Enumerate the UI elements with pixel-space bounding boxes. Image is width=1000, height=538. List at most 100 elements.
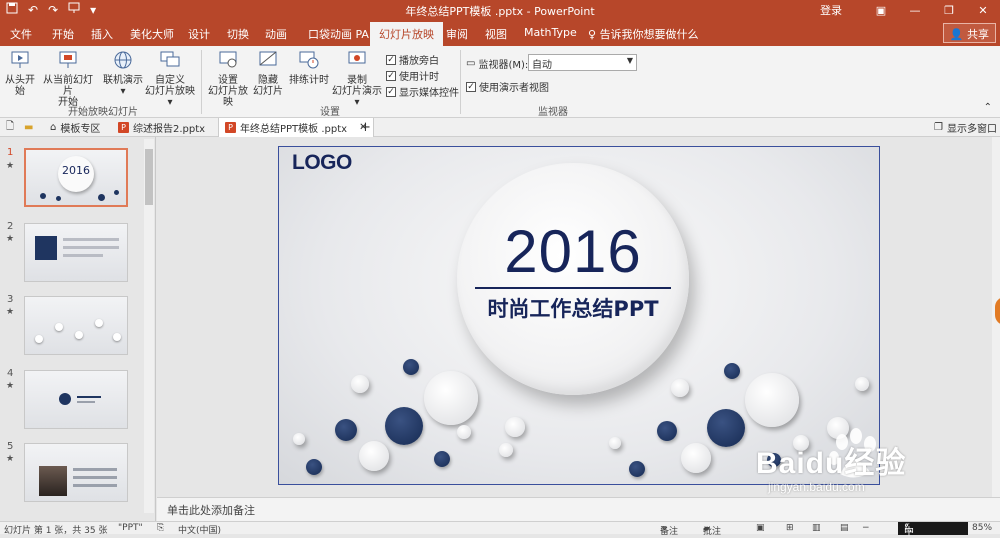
checkbox-checked-icon: ✓	[386, 86, 396, 97]
tab-review[interactable]: 审阅	[446, 26, 468, 42]
rehearse-timings-button[interactable]: 排练计时	[288, 50, 330, 86]
checkbox-play-narrations[interactable]: ✓ 播放旁白	[386, 52, 439, 67]
language-status[interactable]: 中文(中国)	[178, 523, 221, 536]
monitor-icon: ▭	[466, 58, 476, 69]
tab-insert[interactable]: 插入	[91, 26, 113, 42]
moon-icon: ☾	[904, 523, 913, 534]
slide-number: 4	[7, 368, 14, 379]
slide-thumbnail-2[interactable]	[24, 223, 128, 282]
checkbox-checked-icon: ✓	[466, 81, 476, 92]
save-icon[interactable]	[6, 2, 18, 17]
multi-window-button[interactable]: ❐ 显示多窗口	[934, 118, 997, 137]
undo-icon[interactable]: ↶	[28, 3, 38, 17]
decor-bubble	[306, 459, 322, 475]
decor-bubble	[827, 417, 849, 439]
redo-icon[interactable]: ↷	[48, 3, 58, 17]
group-label-monitors: 监视器	[538, 107, 568, 118]
customize-qat-icon[interactable]: ▾	[90, 3, 96, 17]
setup-show-icon	[219, 51, 237, 68]
checkbox-show-media-controls[interactable]: ✓ 显示媒体控件	[386, 84, 459, 99]
hide-slide-button[interactable]: 隐藏 幻灯片	[252, 50, 284, 97]
slide-subtitle[interactable]: 时尚工作总结PPT	[457, 293, 689, 323]
checkbox-use-timings[interactable]: ✓ 使用计时	[386, 68, 439, 83]
checkbox-presenter-view[interactable]: ✓ 使用演示者视图	[466, 79, 549, 94]
collapse-ribbon-icon[interactable]: ⌃	[984, 102, 992, 113]
restore-icon[interactable]: ❐	[932, 4, 966, 17]
thumb-dot	[113, 333, 121, 341]
powerpoint-icon: P	[225, 122, 236, 133]
zoom-level[interactable]: 85%	[972, 523, 992, 533]
slide-editor: LOGO 2016 时尚工作总结PPT	[157, 137, 1000, 497]
tab-beautify[interactable]: 美化大师	[130, 26, 174, 42]
doc-tab-report[interactable]: P 综述报告2.pptx	[118, 118, 205, 137]
doc-tab-templates[interactable]: ⌂ 模板专区	[50, 118, 100, 137]
tab-pocket-animation[interactable]: 口袋动画 PA	[308, 26, 369, 42]
tab-slide-show[interactable]: 幻灯片放映	[370, 22, 443, 46]
group-label-setup: 设置	[320, 107, 340, 118]
slide-sorter-icon[interactable]: ⊞	[786, 523, 794, 533]
thumb-line	[73, 484, 117, 487]
group-separator	[460, 50, 461, 114]
custom-slideshow-button[interactable]: 自定义 幻灯片放映 ▾	[143, 50, 197, 108]
zoom-out-icon[interactable]: −	[862, 523, 870, 533]
folder-icon[interactable]: ▬	[24, 118, 33, 137]
share-button[interactable]: 👤 共享	[942, 23, 996, 43]
scrollbar-thumb[interactable]	[145, 149, 153, 205]
minimize-icon[interactable]: —	[898, 4, 932, 17]
title-circle[interactable]: 2016 时尚工作总结PPT	[457, 163, 689, 395]
powerpoint-icon: P	[118, 122, 129, 133]
decor-bubble	[505, 417, 525, 437]
tab-home[interactable]: 开始	[52, 26, 74, 42]
setup-slideshow-button[interactable]: 设置 幻灯片放映	[204, 50, 252, 108]
slideshow-current-icon	[59, 51, 77, 68]
doc-tab-active[interactable]: P 年终总结PPT模板 .pptx ✕	[218, 118, 375, 137]
ime-indicator[interactable]: 中 °, ☾	[898, 522, 968, 538]
monitor-select[interactable]: 自动 ▼	[528, 54, 637, 71]
slide-thumbnail-5[interactable]	[24, 443, 128, 502]
slide-year[interactable]: 2016	[457, 217, 689, 286]
slide-thumbnails-panel: 1 ★ 2016 2 ★ 3 ★ 4 ★ 5 ★	[0, 137, 156, 521]
thumb-block	[35, 236, 57, 260]
thumb-dot	[55, 323, 63, 331]
close-icon[interactable]: ✕	[966, 4, 1000, 17]
animation-star-icon: ★	[6, 161, 15, 171]
slideshow-view-icon[interactable]: ▤	[840, 523, 849, 533]
tab-view[interactable]: 视图	[485, 26, 507, 42]
from-beginning-button[interactable]: 从头开始	[2, 50, 38, 97]
start-from-beginning-icon[interactable]	[68, 2, 80, 17]
login-link[interactable]: 登录	[820, 2, 842, 18]
normal-view-icon[interactable]: ▣	[756, 523, 765, 533]
online-present-button[interactable]: 联机演示 ▾	[103, 50, 143, 97]
tab-animations[interactable]: 动画	[265, 26, 287, 42]
animation-star-icon: ★	[6, 307, 15, 317]
add-tab-icon[interactable]: +	[360, 118, 371, 137]
notes-pane[interactable]: 单击此处添加备注	[157, 497, 1000, 521]
chevron-down-icon: ▼	[626, 56, 633, 65]
tab-mathtype[interactable]: MathType	[524, 26, 577, 39]
tab-file[interactable]: 文件	[10, 26, 32, 42]
current-slide[interactable]: LOGO 2016 时尚工作总结PPT	[278, 146, 880, 485]
slide-thumbnail-1[interactable]: 2016	[24, 148, 128, 207]
decor-bubble	[457, 425, 471, 439]
tell-me-search[interactable]: ♀ 告诉我你想要做什么	[588, 26, 699, 42]
thumb-year: 2016	[62, 164, 90, 177]
slide-logo[interactable]: LOGO	[292, 151, 352, 175]
from-current-slide-button[interactable]: 从当前幻灯片 开始	[40, 50, 96, 108]
slide-thumbnail-4[interactable]	[24, 370, 128, 429]
slideshow-start-icon	[11, 51, 29, 68]
tab-design[interactable]: 设计	[188, 26, 210, 42]
slide-thumbnail-3[interactable]	[24, 296, 128, 355]
record-slideshow-button[interactable]: 录制 幻灯片演示 ▾	[330, 50, 384, 108]
ribbon-display-options-icon[interactable]: ▣	[864, 4, 898, 17]
slide-number: 5	[7, 441, 14, 452]
thumb-line	[63, 254, 103, 257]
decor-bubble	[359, 441, 389, 471]
thumbnails-scrollbar[interactable]	[144, 139, 154, 513]
tab-transitions[interactable]: 切换	[227, 26, 249, 42]
slide-number: 1	[7, 147, 14, 158]
reading-view-icon[interactable]: ▥	[812, 523, 821, 533]
new-doc-icon[interactable]: 🗋	[6, 118, 14, 137]
thumb-dot	[75, 331, 83, 339]
spell-check-icon[interactable]: ⎘	[157, 523, 164, 533]
animation-star-icon: ★	[6, 381, 15, 391]
